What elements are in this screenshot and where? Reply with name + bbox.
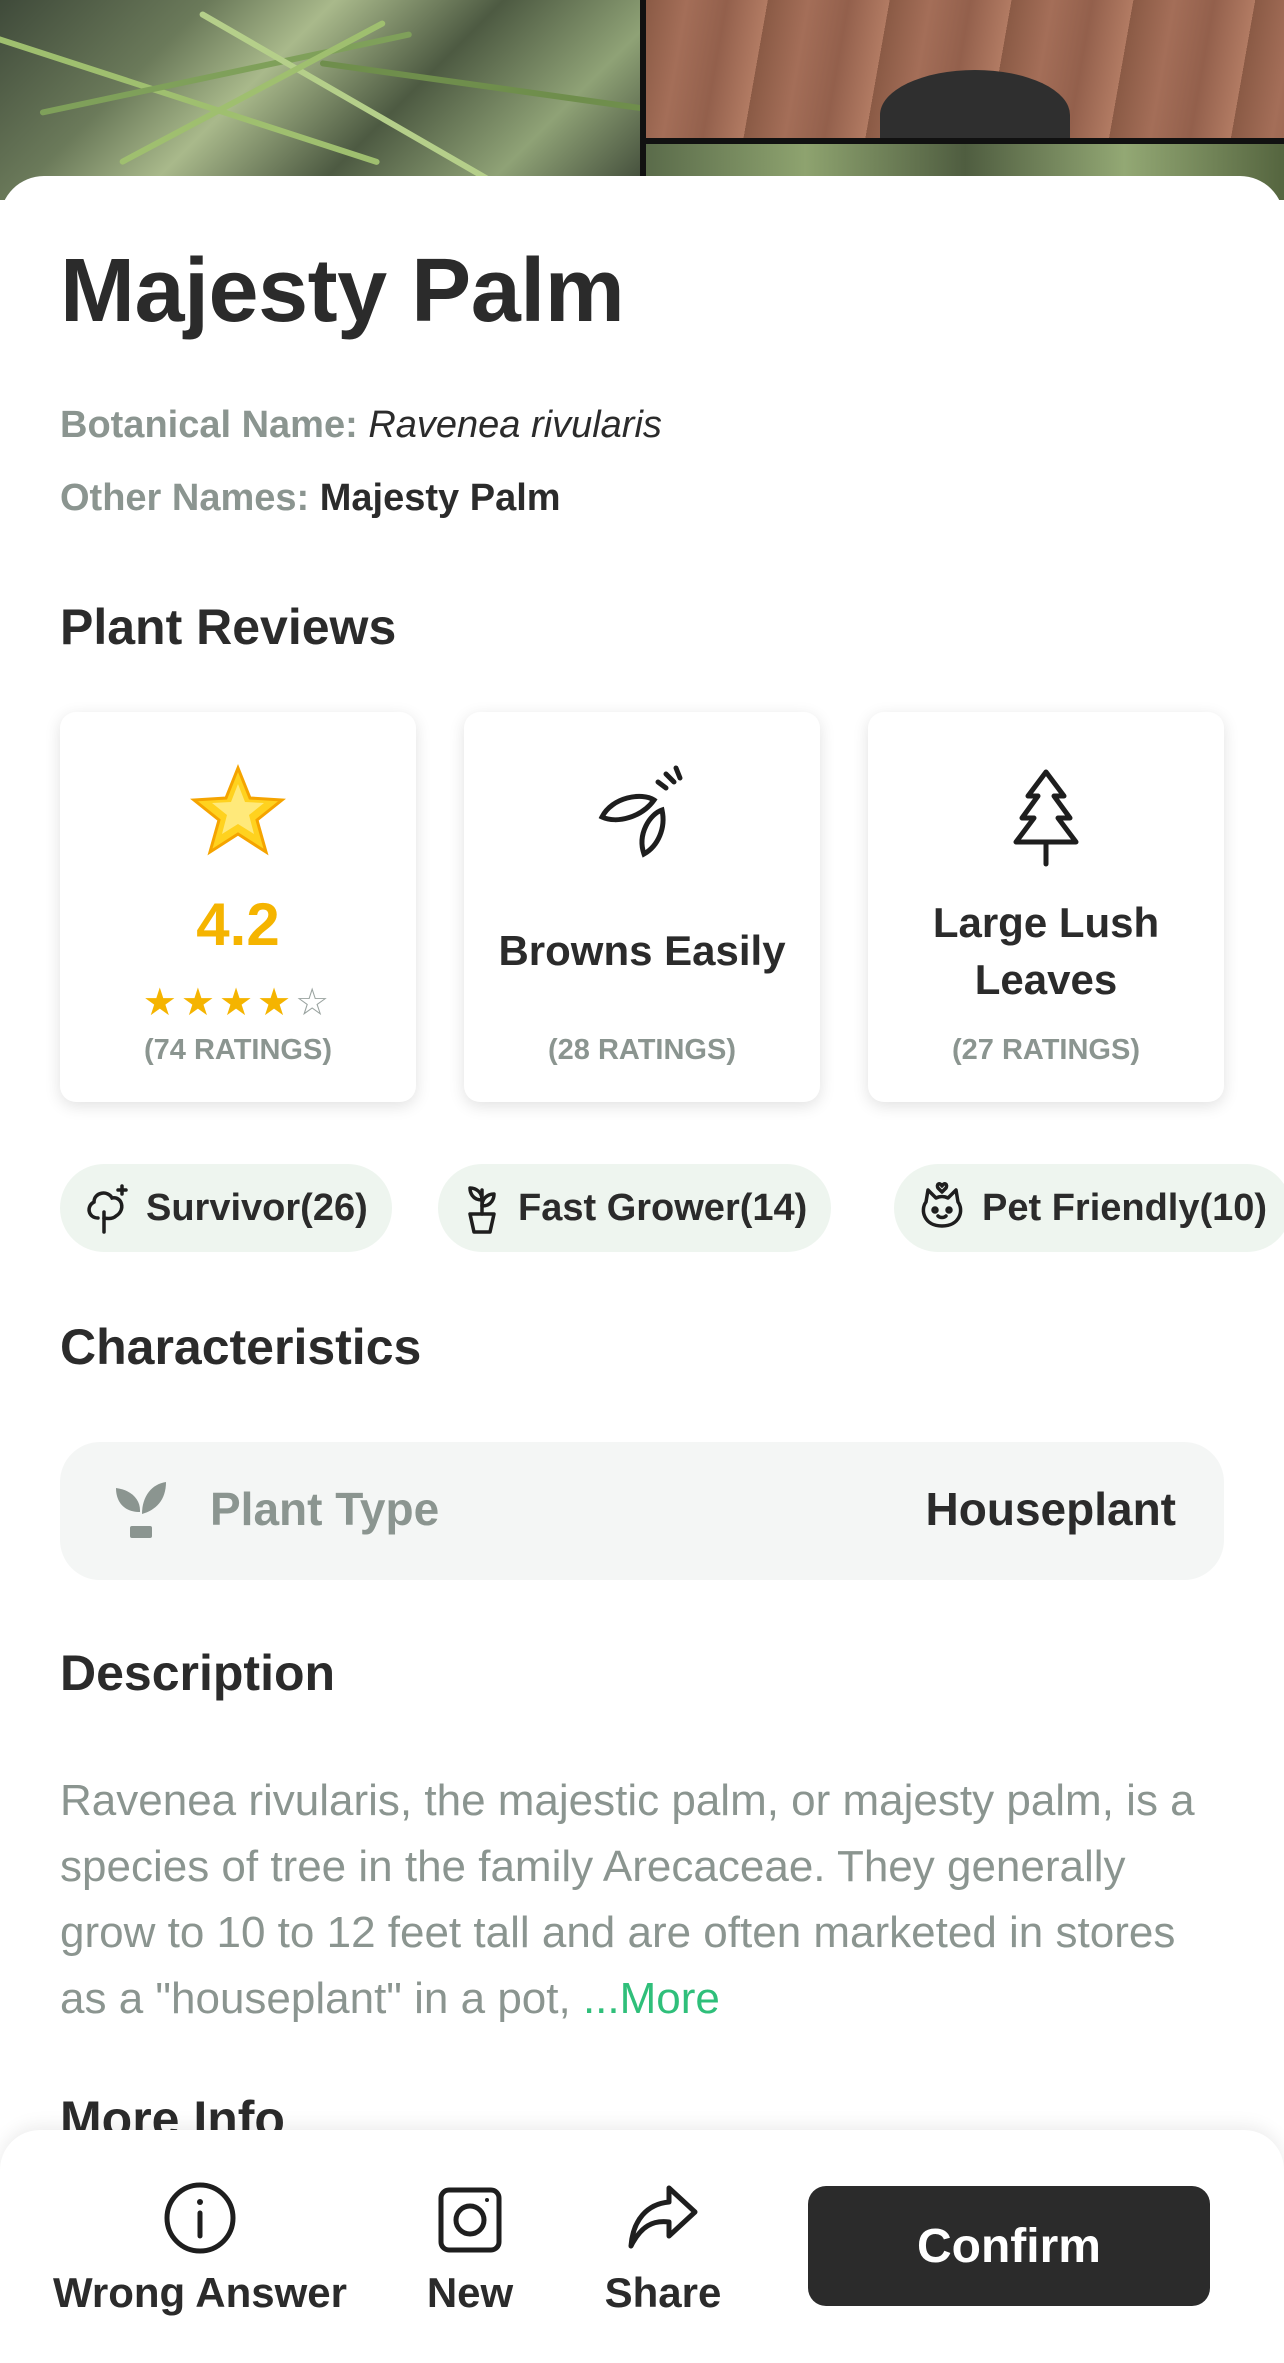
chip-survivor[interactable]: Survivor(26) [60,1164,392,1252]
botanical-name-label: Botanical Name: [60,404,358,446]
description-more-link[interactable]: ...More [583,1974,720,2023]
star-filled-icon: ★ [180,982,219,1024]
botanical-name-row: Botanical Name: Ravenea rivularis [60,404,662,447]
rating-card[interactable]: 4.2 ★★★★☆ (74 RATINGS) [60,712,416,1102]
glowing-star-icon [60,762,416,872]
chip-label: Survivor(26) [146,1186,368,1229]
new-button[interactable]: New [410,2180,530,2317]
star-filled-icon: ★ [142,982,181,1024]
share-button[interactable]: Share [598,2180,728,2317]
chip-pet-friendly[interactable]: Pet Friendly(10) [894,1164,1284,1252]
characteristics-heading: Characteristics [60,1319,422,1375]
confirm-button[interactable]: Confirm [808,2186,1210,2306]
description-heading: Description [60,1645,336,1701]
plant-photos [0,0,1284,200]
leaves-icon [464,762,820,872]
new-label: New [426,2269,514,2316]
description-text: Ravenea rivularis, the majestic palm, or… [60,1768,1230,2032]
plant-name: Majesty Palm [60,241,625,341]
plant-reviews-heading: Plant Reviews [60,599,397,655]
review-card-count: (27 RATINGS) [952,1034,1140,1066]
sprout-pot-icon [468,1186,496,1234]
review-card-large-lush-leaves[interactable]: Large Lush Leaves (27 RATINGS) [868,712,1224,1102]
characteristic-value: Houseplant [925,1483,1176,1535]
rating-count: (74 RATINGS) [144,1034,332,1066]
other-names-value: Majesty Palm [319,477,561,519]
chip-label: Pet Friendly(10) [982,1186,1268,1229]
review-card-browns-easily[interactable]: Browns Easily (28 RATINGS) [464,712,820,1102]
sprout-icon [112,1480,168,1545]
tree-sparkle-icon [87,1184,128,1234]
characteristic-row-plant-type[interactable]: Plant Type Houseplant [60,1442,1224,1580]
wrong-answer-label: Wrong Answer [52,2269,348,2316]
review-card-count: (28 RATINGS) [548,1034,736,1066]
plant-photo-1[interactable] [0,0,658,200]
star-filled-icon: ★ [218,982,258,1024]
camera-icon [438,2187,502,2253]
star-empty-icon: ☆ [295,982,334,1024]
star-rating: ★★★★☆ [60,980,416,1025]
characteristic-key: Plant Type [210,1483,440,1535]
info-icon [164,2182,236,2254]
star-filled-icon: ★ [257,982,296,1024]
wrong-answer-button[interactable]: Wrong Answer [50,2180,350,2317]
rating-value: 4.2 [196,891,280,958]
chip-fast-grower[interactable]: Fast Grower(14) [438,1164,832,1252]
other-names-label: Other Names: [60,477,310,519]
tree-icon [868,762,1224,872]
other-names-row: Other Names: Majesty Palm [60,477,561,520]
share-arrow-icon [628,2185,698,2249]
review-card-label: Browns Easily [498,927,786,974]
botanical-name-value: Ravenea rivularis [368,404,662,446]
cat-icon [921,1182,963,1228]
review-card-label: Large Lush Leaves [932,899,1160,1003]
share-label: Share [604,2269,722,2316]
chip-label: Fast Grower(14) [518,1186,808,1229]
